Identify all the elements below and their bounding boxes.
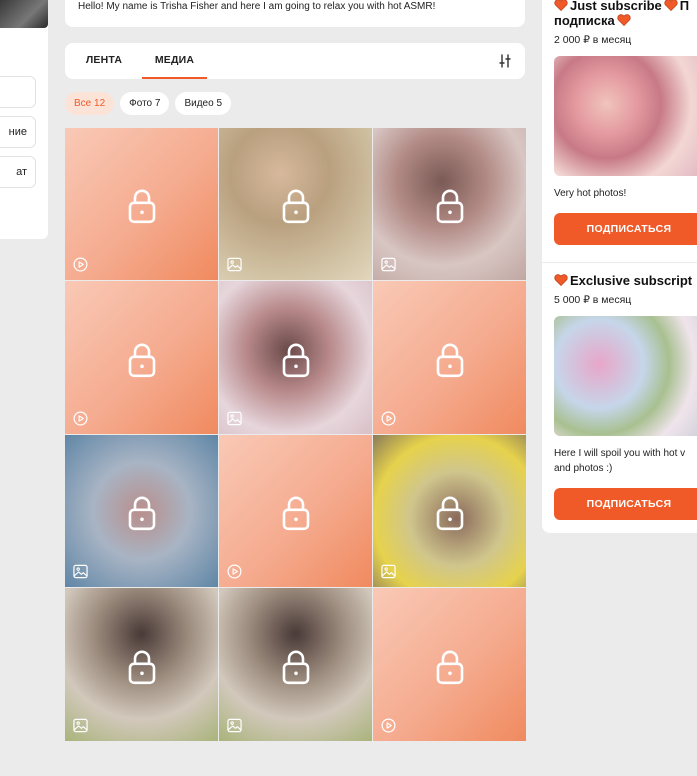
media-tile-photo[interactable]: [373, 435, 526, 587]
heart-icon: [554, 0, 568, 11]
media-tile-photo[interactable]: [219, 588, 372, 741]
plan-title: Just subscribe П подписка: [554, 0, 697, 28]
subscribe-button[interactable]: ПОДПИСАТЬСЯ: [554, 213, 697, 245]
media-grid: [65, 128, 526, 741]
image-icon: [73, 718, 88, 733]
media-tile-photo[interactable]: [219, 128, 372, 280]
lock-icon: [436, 496, 463, 531]
plan-title-suffix: П: [679, 0, 690, 13]
media-filter-chips: Все 12 Фото 7 Видео 5: [65, 92, 232, 116]
filter-chip-all[interactable]: Все 12: [65, 92, 115, 115]
media-tile-photo[interactable]: [65, 435, 218, 587]
plan-description-line2: and photos :): [554, 463, 613, 474]
video-icon: [73, 257, 88, 272]
plan-preview-image: [554, 56, 697, 176]
plan-preview-image: [554, 316, 697, 436]
filter-chip-photo[interactable]: Фото 7: [120, 92, 170, 115]
sidebar-button-blank[interactable]: [0, 76, 36, 108]
plan-title: Exclusive subscript: [554, 273, 697, 288]
lock-icon: [282, 343, 309, 377]
lock-icon: [436, 343, 463, 377]
heart-icon: [617, 14, 631, 26]
lock-icon: [128, 650, 155, 684]
subscribe-button[interactable]: ПОДПИСАТЬСЯ: [554, 488, 697, 520]
lock-icon: [436, 189, 463, 224]
image-icon: [227, 718, 242, 733]
media-tile-video[interactable]: [65, 128, 218, 280]
plan-price: 5 000 ₽ в месяц: [554, 294, 632, 306]
content-tabs: ЛЕНТА МЕДИА: [65, 43, 525, 79]
image-icon: [381, 257, 396, 272]
filter-settings-icon[interactable]: [497, 53, 513, 69]
media-tile-photo[interactable]: [219, 281, 372, 434]
media-tile-video[interactable]: [373, 281, 526, 434]
media-tile-video[interactable]: [219, 435, 372, 587]
plan-description: Very hot photos!: [554, 188, 627, 199]
bio-card: Hello! My name is Trisha Fisher and here…: [65, 0, 525, 27]
plan-title-text: Just subscribe: [570, 0, 662, 13]
plan-title-line2: подписка: [554, 13, 615, 28]
plan-price: 2 000 ₽ в месяц: [554, 34, 632, 46]
lock-icon: [282, 650, 309, 684]
media-tile-video[interactable]: [373, 588, 526, 741]
lock-icon: [282, 496, 309, 531]
plan-card: Just subscribe П подписка 2 000 ₽ в месяц…: [554, 0, 697, 245]
plan-description-line1: Here I will spoil you with hot v: [554, 448, 686, 459]
lock-icon: [436, 650, 463, 684]
tab-feed[interactable]: ЛЕНТА: [79, 43, 129, 79]
bio-text: Hello! My name is Trisha Fisher and here…: [78, 1, 436, 12]
plan-card: Exclusive subscript 5 000 ₽ в месяц Here…: [554, 273, 697, 520]
avatar[interactable]: [0, 0, 48, 28]
image-icon: [227, 257, 242, 272]
video-icon: [381, 411, 396, 426]
tab-media[interactable]: МЕДИА: [142, 43, 207, 79]
lock-icon: [128, 189, 155, 224]
lock-icon: [128, 343, 155, 377]
lock-icon: [282, 189, 309, 224]
media-tile-photo[interactable]: [65, 588, 218, 741]
plan-title-text: Exclusive subscript: [570, 273, 693, 288]
media-tile-photo[interactable]: [373, 128, 526, 280]
sidebar-button-label: ат: [16, 166, 27, 178]
sidebar-button-message[interactable]: ние: [0, 116, 36, 148]
video-icon: [227, 564, 242, 579]
heart-icon: [664, 0, 678, 11]
lock-icon: [128, 496, 155, 531]
video-icon: [381, 718, 396, 733]
sidebar-button-chat[interactable]: ат: [0, 156, 36, 188]
image-icon: [227, 411, 242, 426]
image-icon: [381, 564, 396, 579]
plan-divider: [542, 262, 697, 263]
filter-chip-video[interactable]: Видео 5: [175, 92, 232, 115]
sidebar-button-label: ние: [8, 126, 27, 138]
heart-icon: [554, 274, 568, 286]
media-tile-video[interactable]: [65, 281, 218, 434]
video-icon: [73, 411, 88, 426]
image-icon: [73, 564, 88, 579]
plan-description: Here I will spoil you with hot v and phot…: [554, 446, 697, 476]
